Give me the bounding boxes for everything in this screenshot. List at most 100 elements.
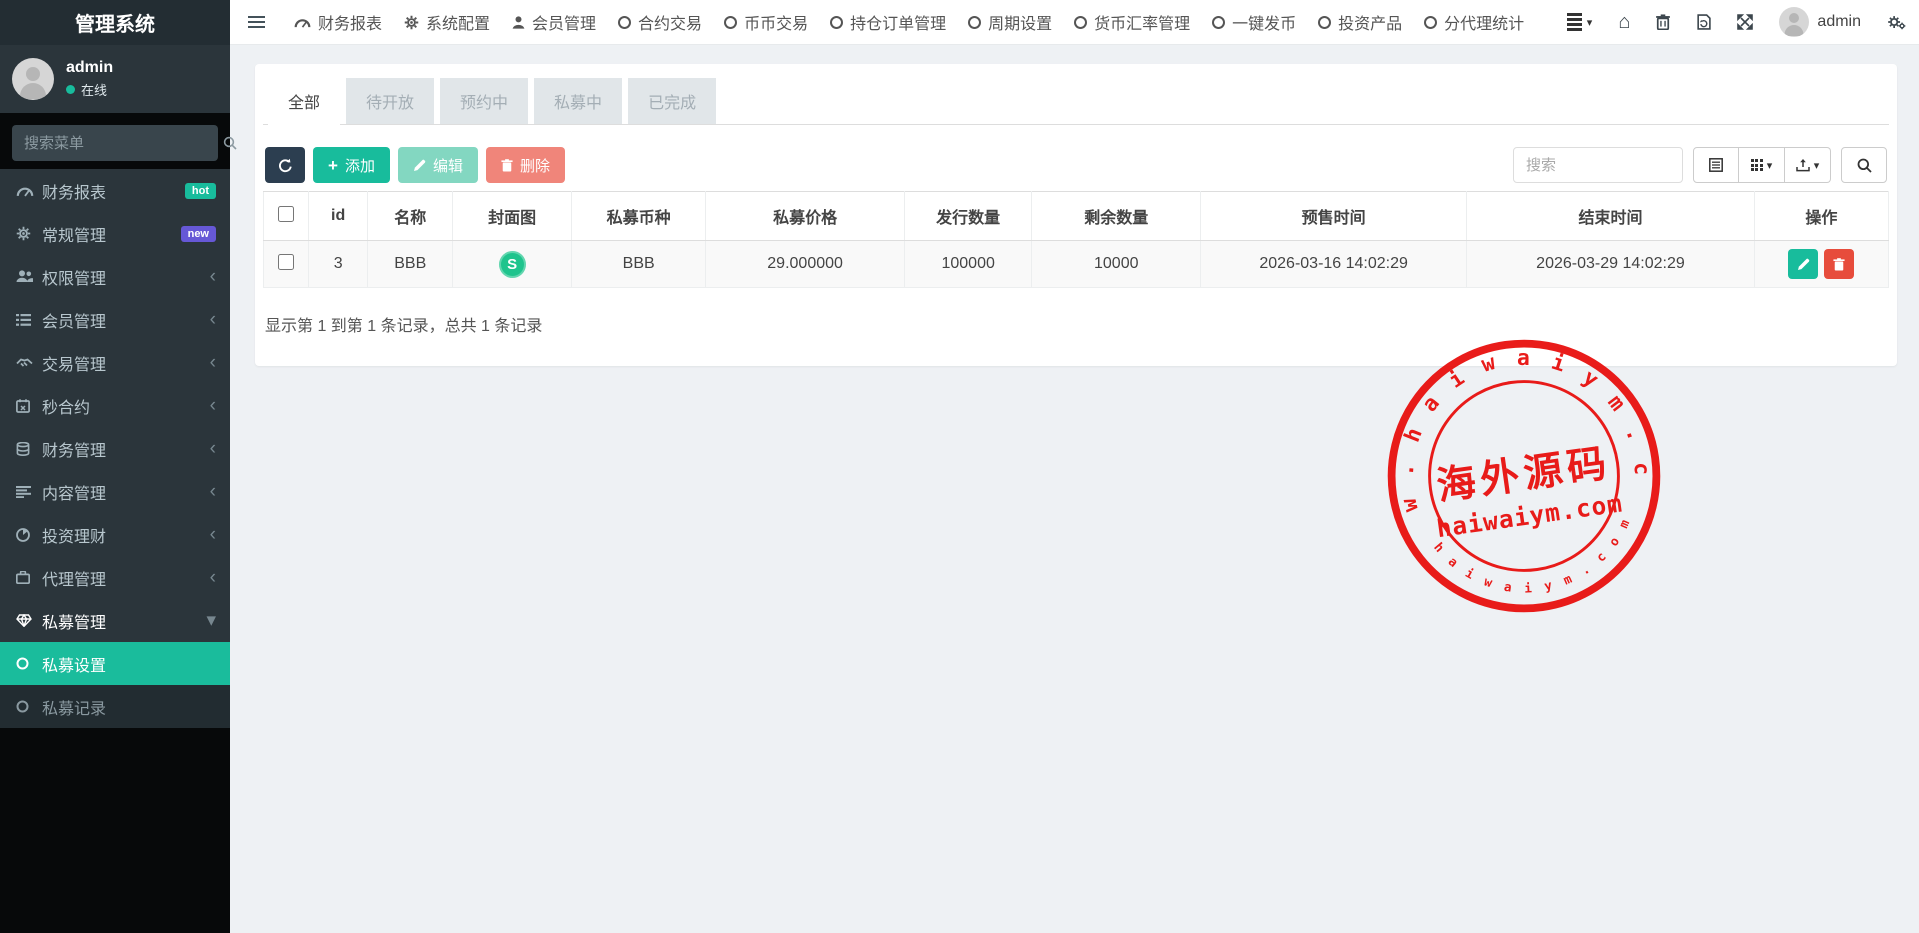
row-edit-button[interactable]	[1788, 249, 1818, 279]
list-dropdown-button[interactable]: ▾	[1554, 0, 1606, 44]
sidebar-item-finance-report[interactable]: 财务报表 hot	[0, 169, 230, 212]
circle-icon	[618, 16, 631, 29]
col-remain-amount: 剩余数量	[1032, 192, 1201, 241]
sidebar-subitem-private-placement-settings[interactable]: 私募设置	[0, 642, 230, 685]
cell-price: 29.000000	[706, 241, 905, 288]
sidebar-item-private-placement-mgmt[interactable]: 私募管理 ▾	[0, 599, 230, 642]
sidebar: 管理系统 admin 在线 财务报表 hot 常规管理 new 权限管理 ‹	[0, 0, 230, 933]
topbar-nav: 财务报表 系统配置 会员管理 合约交易 币币交易 持仓订单管理 周期设置 货币汇…	[283, 0, 1535, 44]
cell-end-time: 2026-03-29 14:02:29	[1467, 241, 1755, 288]
edit-button[interactable]: 编辑	[398, 147, 478, 183]
pagination-toggle-button[interactable]	[1693, 147, 1739, 183]
sidebar-item-finance-mgmt[interactable]: 财务管理 ‹	[0, 427, 230, 470]
cell-presale-time: 2026-03-16 14:02:29	[1201, 241, 1467, 288]
sidebar-item-member-mgmt[interactable]: 会员管理 ‹	[0, 298, 230, 341]
sidebar-item-trade-mgmt[interactable]: 交易管理 ‹	[0, 341, 230, 384]
chevron-down-icon: ▾	[206, 611, 216, 630]
tab-reserving[interactable]: 预约中	[440, 78, 528, 124]
select-all-cell	[264, 192, 309, 241]
nav-one-click-issue[interactable]: 一键发币	[1201, 0, 1307, 44]
nav-finance-report[interactable]: 财务报表	[283, 0, 393, 44]
sidebar-item-general-mgmt[interactable]: 常规管理 new	[0, 212, 230, 255]
col-cover: 封面图	[453, 192, 572, 241]
col-actions: 操作	[1754, 192, 1888, 241]
add-button[interactable]: + 添加	[313, 147, 390, 183]
grid-icon	[1751, 159, 1763, 171]
col-currency: 私募币种	[572, 192, 706, 241]
circle-o-icon	[16, 700, 42, 713]
sidebar-search-input[interactable]	[24, 135, 223, 152]
caret-down-icon: ▾	[1767, 159, 1773, 172]
lines-icon	[16, 486, 42, 498]
nav-system-config[interactable]: 系统配置	[393, 0, 501, 44]
fullscreen-button[interactable]	[1724, 0, 1766, 44]
nav-coin-trade[interactable]: 币币交易	[713, 0, 819, 44]
chevron-left-icon: ‹	[210, 482, 216, 501]
new-badge: new	[181, 226, 216, 242]
chevron-left-icon: ‹	[210, 568, 216, 587]
sidebar-item-content-mgmt[interactable]: 内容管理 ‹	[0, 470, 230, 513]
caret-down-icon: ▾	[1814, 159, 1820, 172]
chevron-left-icon: ‹	[210, 525, 216, 544]
delete-button[interactable]: 删除	[486, 147, 565, 183]
sidebar-item-agent-mgmt[interactable]: 代理管理 ‹	[0, 556, 230, 599]
chevron-left-icon: ‹	[210, 439, 216, 458]
tab-in-placement[interactable]: 私募中	[534, 78, 622, 124]
nav-exchange-rate-mgmt[interactable]: 货币汇率管理	[1063, 0, 1201, 44]
sidebar-item-permission-mgmt[interactable]: 权限管理 ‹	[0, 255, 230, 298]
tab-all[interactable]: 全部	[268, 78, 340, 125]
cell-actions	[1754, 241, 1888, 288]
table-toolbar: + 添加 编辑 删除 ▾	[263, 147, 1889, 183]
select-all-checkbox[interactable]	[278, 206, 294, 222]
database-icon	[16, 442, 42, 456]
sidebar-item-second-contract[interactable]: 秒合约 ‹	[0, 384, 230, 427]
col-price: 私募价格	[706, 192, 905, 241]
home-button[interactable]: ⌂	[1605, 0, 1643, 44]
status-tabs: 全部 待开放 预约中 私募中 已完成	[263, 78, 1889, 125]
pencil-icon	[413, 159, 426, 172]
row-checkbox[interactable]	[278, 254, 294, 270]
topbar-user-menu[interactable]: admin	[1766, 7, 1874, 37]
caret-down-icon: ▾	[1587, 16, 1593, 29]
col-presale-time: 预售时间	[1201, 192, 1467, 241]
pie-circle-icon	[16, 528, 42, 542]
cache-refresh-button[interactable]	[1683, 0, 1724, 44]
export-button[interactable]: ▾	[1785, 147, 1831, 183]
table-row: 3 BBB S BBB 29.000000 100000 10000 2026-…	[264, 241, 1889, 288]
sidebar-item-investment[interactable]: 投资理财 ‹	[0, 513, 230, 556]
row-delete-button[interactable]	[1824, 249, 1854, 279]
topbar: 财务报表 系统配置 会员管理 合约交易 币币交易 持仓订单管理 周期设置 货币汇…	[230, 0, 1919, 45]
sidebar-filler	[0, 728, 230, 933]
coin-icon: S	[499, 251, 526, 278]
refresh-button[interactable]	[265, 147, 305, 183]
cell-remain-amount: 10000	[1032, 241, 1201, 288]
trash-button[interactable]	[1643, 0, 1683, 44]
columns-button[interactable]: ▾	[1739, 147, 1785, 183]
nav-agent-stats[interactable]: 分代理统计	[1413, 0, 1535, 44]
chevron-left-icon: ‹	[210, 310, 216, 329]
hamburger-menu-icon[interactable]	[230, 16, 283, 28]
nav-period-settings[interactable]: 周期设置	[957, 0, 1063, 44]
search-submit-button[interactable]	[1841, 147, 1887, 183]
tab-completed[interactable]: 已完成	[628, 78, 716, 124]
users-icon	[16, 270, 42, 283]
handshake-icon	[16, 357, 42, 368]
gear-icon	[404, 15, 419, 30]
list-icon	[1567, 13, 1582, 31]
sidebar-subitem-private-placement-records[interactable]: 私募记录	[0, 685, 230, 728]
circle-icon	[1074, 16, 1087, 29]
toolbar-right: ▾ ▾	[1513, 147, 1887, 183]
nav-investment-product[interactable]: 投资产品	[1307, 0, 1413, 44]
main-content: 全部 待开放 预约中 私募中 已完成 + 添加 编辑 删除	[230, 45, 1919, 933]
nav-member-mgmt[interactable]: 会员管理	[501, 0, 607, 44]
tab-pending-open[interactable]: 待开放	[346, 78, 434, 124]
nav-position-order-mgmt[interactable]: 持仓订单管理	[819, 0, 957, 44]
list-view-icon	[1709, 158, 1723, 172]
nav-contract-trade[interactable]: 合约交易	[607, 0, 713, 44]
trash-icon	[1833, 258, 1845, 271]
search-icon[interactable]	[223, 136, 237, 150]
table-search-input[interactable]	[1513, 147, 1683, 183]
settings-button[interactable]	[1874, 0, 1919, 44]
app-title: 管理系统	[0, 0, 230, 45]
private-placement-submenu: 私募设置 私募记录	[0, 642, 230, 728]
